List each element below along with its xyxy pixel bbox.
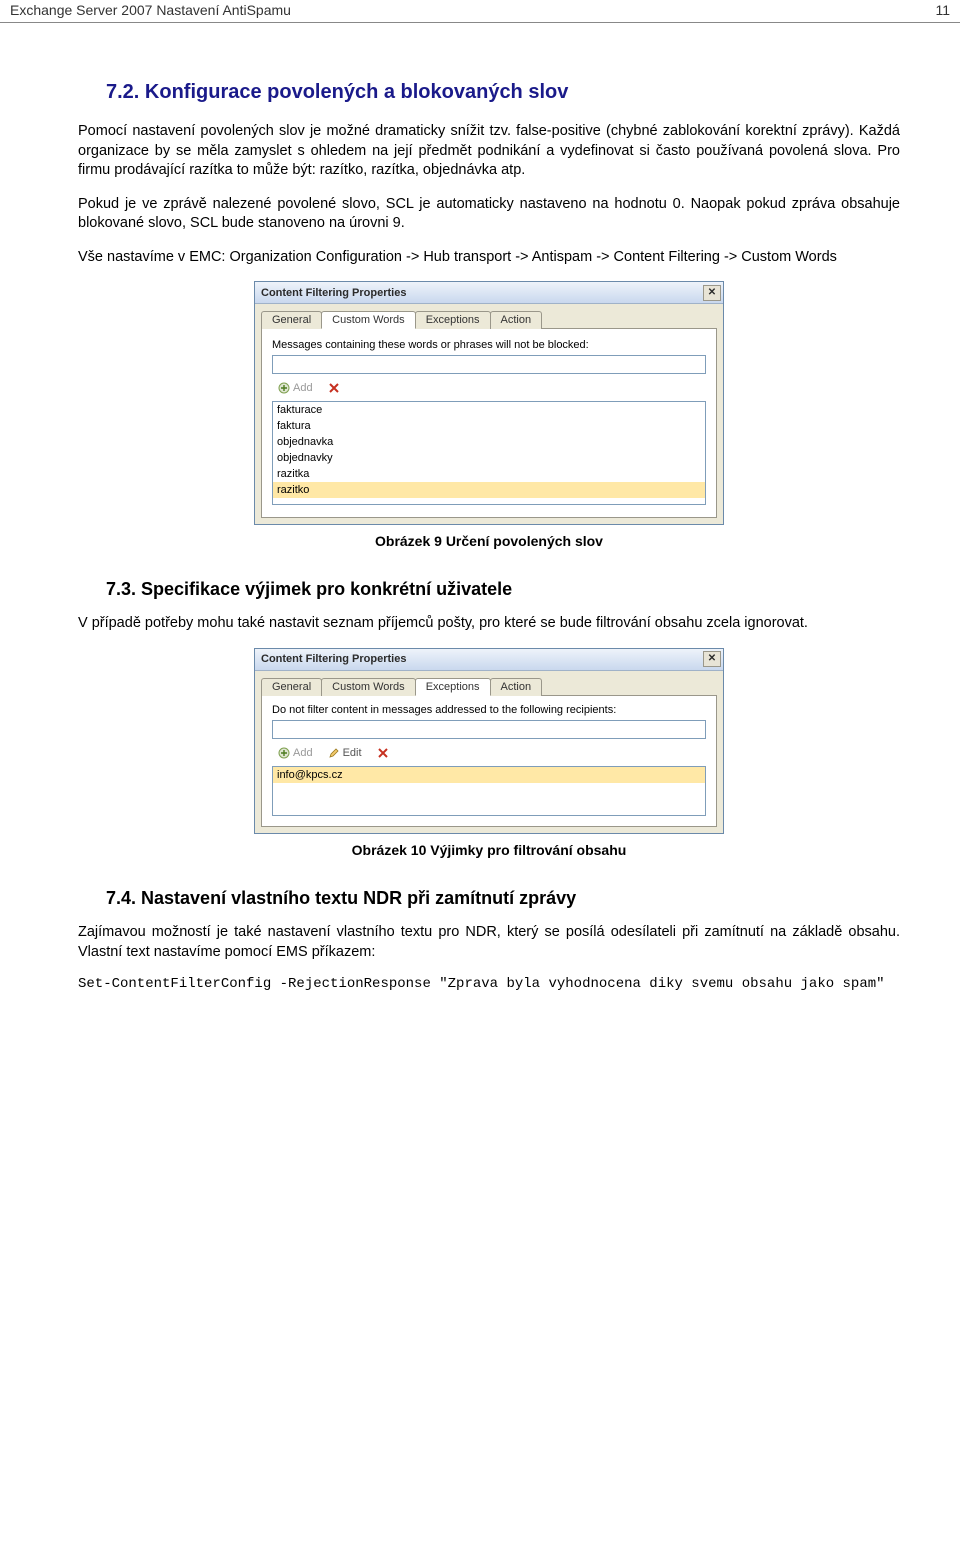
header-page-number: 11 (935, 2, 950, 18)
list-item-selected[interactable]: info@kpcs.cz (273, 767, 705, 783)
list-item[interactable]: faktura (273, 418, 705, 434)
list-item[interactable]: fakturace (273, 402, 705, 418)
delete-button[interactable] (371, 744, 395, 762)
list-item[interactable]: objednavka (273, 434, 705, 450)
heading-7-2: 7.2. Konfigurace povolených a blokovanýc… (106, 81, 900, 104)
figure-caption: Obrázek 10 Výjimky pro filtrování obsahu (78, 842, 900, 858)
recipient-listbox[interactable]: info@kpcs.cz (272, 766, 706, 816)
panel-instruction: Messages containing these words or phras… (272, 339, 706, 351)
tab-general[interactable]: General (261, 311, 322, 329)
tab-general[interactable]: General (261, 678, 322, 696)
add-button-label: Add (293, 382, 313, 394)
plus-icon (277, 746, 291, 760)
paragraph: Vše nastavíme v EMC: Organization Config… (78, 248, 900, 268)
paragraph: Zajímavou možností je také nastavení vla… (78, 923, 900, 962)
add-button[interactable]: Add (272, 744, 318, 762)
pencil-icon (327, 746, 341, 760)
tab-action[interactable]: Action (490, 678, 543, 696)
close-icon[interactable]: ✕ (703, 285, 721, 301)
paragraph: Pomocí nastavení povolených slov je možn… (78, 122, 900, 181)
dialog-title: Content Filtering Properties (261, 653, 406, 665)
tab-custom-words[interactable]: Custom Words (321, 678, 416, 696)
tab-action[interactable]: Action (490, 311, 543, 329)
content-filtering-dialog-exceptions: Content Filtering Properties ✕ General C… (254, 648, 724, 834)
tab-panel-exceptions: Do not filter content in messages addres… (261, 695, 717, 827)
add-button[interactable]: Add (272, 379, 318, 397)
page-header: Exchange Server 2007 Nastavení AntiSpamu… (0, 0, 960, 23)
tab-panel-custom-words: Messages containing these words or phras… (261, 328, 717, 518)
recipient-input[interactable] (272, 720, 706, 739)
paragraph: V případě potřeby mohu také nastavit sez… (78, 614, 900, 634)
figure-caption: Obrázek 9 Určení povolených slov (78, 533, 900, 549)
paragraph: Pokud je ve zprávě nalezené povolené slo… (78, 195, 900, 234)
heading-7-3: 7.3. Specifikace výjimek pro konkrétní u… (106, 579, 900, 600)
add-button-label: Add (293, 747, 313, 759)
tab-custom-words[interactable]: Custom Words (321, 311, 416, 329)
delete-button[interactable] (322, 379, 346, 397)
dialog-titlebar[interactable]: Content Filtering Properties ✕ (255, 649, 723, 671)
dialog-title: Content Filtering Properties (261, 287, 406, 299)
content-filtering-dialog: Content Filtering Properties ✕ General C… (254, 281, 724, 525)
dialog-tabs: General Custom Words Exceptions Action (255, 304, 723, 328)
x-icon (327, 381, 341, 395)
word-listbox[interactable]: fakturace faktura objednavka objednavky … (272, 401, 706, 505)
plus-icon (277, 381, 291, 395)
code-command: Set-ContentFilterConfig -RejectionRespon… (78, 976, 900, 992)
panel-instruction: Do not filter content in messages addres… (272, 704, 706, 716)
heading-7-4: 7.4. Nastavení vlastního textu NDR při z… (106, 888, 900, 909)
tab-exceptions[interactable]: Exceptions (415, 678, 491, 696)
edit-button[interactable]: Edit (322, 744, 367, 762)
header-title: Exchange Server 2007 Nastavení AntiSpamu (10, 2, 291, 18)
list-item[interactable]: razitka (273, 466, 705, 482)
close-icon[interactable]: ✕ (703, 651, 721, 667)
list-item[interactable]: objednavky (273, 450, 705, 466)
tab-exceptions[interactable]: Exceptions (415, 311, 491, 329)
edit-button-label: Edit (343, 747, 362, 759)
dialog-tabs: General Custom Words Exceptions Action (255, 671, 723, 695)
x-icon (376, 746, 390, 760)
word-input[interactable] (272, 355, 706, 374)
dialog-titlebar[interactable]: Content Filtering Properties ✕ (255, 282, 723, 304)
list-item-selected[interactable]: razitko (273, 482, 705, 498)
